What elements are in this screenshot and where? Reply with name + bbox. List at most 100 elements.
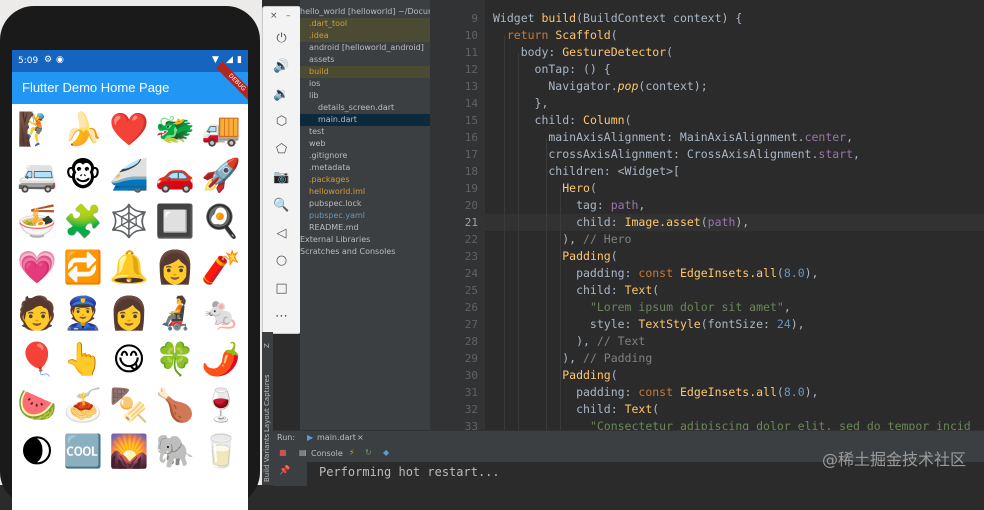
camera-icon[interactable]: 📷 (263, 166, 300, 190)
tree-item[interactable]: assets (300, 54, 430, 66)
close-emulator-button[interactable]: × (270, 11, 278, 21)
tree-item[interactable]: .gitignore (300, 150, 430, 162)
code-line-14: }, (493, 96, 549, 110)
emoji-tile[interactable]: 🆒 (60, 428, 106, 474)
code-editor[interactable]: Widget build(BuildContext context) { ret… (485, 0, 984, 430)
emoji-tile[interactable]: 🚄 (106, 152, 152, 198)
emoji-tile[interactable]: 🧗 (14, 106, 60, 152)
tree-item[interactable]: External Libraries (300, 234, 430, 246)
emoji-tile[interactable]: 🐁 (198, 290, 244, 336)
emoji-tile[interactable]: 🍢 (106, 382, 152, 428)
tree-item-label: Scratches and Consoles (300, 247, 396, 256)
emoji-tile[interactable]: 🐵 (60, 152, 106, 198)
emoji-tile[interactable]: 🚚 (198, 106, 244, 152)
emoji-tile[interactable]: 🌒 (14, 428, 60, 474)
emoji-tile[interactable]: 🕸️ (106, 198, 152, 244)
tree-item[interactable]: helloworld.iml (300, 186, 430, 198)
emoji-tile[interactable]: 🐘 (152, 428, 198, 474)
tree-item[interactable]: .idea (300, 30, 430, 42)
pin-icon[interactable]: 📌 (279, 466, 290, 476)
close-tab-icon[interactable]: × (357, 433, 364, 442)
emoji-tile[interactable]: 💗 (14, 244, 60, 290)
emoji-tile[interactable]: 👮 (60, 290, 106, 336)
hot-restart-icon[interactable]: ↻ (365, 448, 372, 457)
code-line-12: onTap: () { (493, 62, 611, 76)
emoji-tile[interactable]: 🚐 (14, 152, 60, 198)
tree-item[interactable]: README.md (300, 222, 430, 234)
stop-icon[interactable]: ■ (279, 448, 287, 457)
emoji-tile[interactable]: 🍉 (14, 382, 60, 428)
emoji-tile[interactable]: 🍗 (152, 382, 198, 428)
emoji-tile[interactable]: ❤️ (106, 106, 152, 152)
run-target-tab[interactable]: main.dart (317, 433, 356, 442)
volume-up-icon[interactable]: 🔊 (263, 55, 300, 79)
tree-item[interactable]: test (300, 126, 430, 138)
overview-icon[interactable]: □ (263, 277, 300, 301)
tree-item[interactable]: .metadata (300, 162, 430, 174)
emoji-tile[interactable]: 🥛 (198, 428, 244, 474)
power-icon[interactable]: ⏻ (263, 27, 300, 51)
zoom-icon[interactable]: 🔍 (263, 194, 300, 218)
emoji-tile[interactable]: 🍳 (198, 198, 244, 244)
emoji-tile[interactable]: 🎈 (14, 336, 60, 382)
hot-reload-icon[interactable]: ⚡ (349, 448, 355, 457)
minimize-emulator-button[interactable]: – (286, 11, 291, 21)
notification-icon: ◉ (56, 55, 64, 65)
build-variants-tab[interactable]: Build Variants (263, 434, 271, 482)
tree-item[interactable]: main.dart (300, 114, 430, 126)
wifi-icon: ▼ (212, 55, 219, 65)
tree-item[interactable]: web (300, 138, 430, 150)
volume-down-icon[interactable]: 🔉 (263, 83, 300, 107)
emoji-tile[interactable]: 🧩 (60, 198, 106, 244)
rotate-left-icon[interactable]: ⬡ (263, 110, 300, 134)
line-number: 17 (464, 148, 478, 161)
emoji-tile[interactable]: 🍝 (60, 382, 106, 428)
emoji-tile[interactable]: 👆 (60, 336, 106, 382)
phone-screen: 5:09 ⚙ ◉ ▼ ◢ ▮ Flutter Demo Home Page DE… (12, 50, 248, 510)
emoji-tile[interactable]: 🧨 (198, 244, 244, 290)
emoji-tile[interactable]: 😋 (106, 336, 152, 382)
tree-item-label: test (309, 127, 325, 136)
emoji-tile[interactable]: 🚀 (198, 152, 244, 198)
run-label: Run: (277, 433, 296, 442)
emoji-tile[interactable]: 🍌 (60, 106, 106, 152)
emoji-tile[interactable]: 🧑‍🦼 (152, 290, 198, 336)
back-icon[interactable]: ◁ (263, 222, 300, 246)
z-structure-tab[interactable]: Z (263, 343, 271, 348)
tree-item[interactable]: Scratches and Consoles (300, 246, 430, 258)
emoji-tile[interactable]: 🍜 (14, 198, 60, 244)
rotate-right-icon[interactable]: ⬠ (263, 138, 300, 162)
emoji-tile[interactable]: 🍷 (198, 382, 244, 428)
emoji-tile[interactable]: 🔔 (106, 244, 152, 290)
emoji-tile[interactable]: 🌶️ (198, 336, 244, 382)
emoji-tile[interactable]: 🐲 (152, 106, 198, 152)
layout-captures-tab[interactable]: Layout Captures (263, 374, 271, 432)
emoji-tile[interactable]: 🚗 (152, 152, 198, 198)
console-tab[interactable]: Console (311, 449, 343, 458)
tree-item[interactable]: hello_world [helloworld] ~/Docume (300, 6, 430, 18)
more-icon[interactable]: ⋯ (263, 305, 300, 329)
tree-item[interactable]: build (300, 66, 430, 78)
tree-item[interactable]: details_screen.dart (300, 102, 430, 114)
code-line-26: "Lorem ipsum dolor sit amet", (589, 300, 791, 314)
tree-item-label: ios (309, 79, 321, 88)
tree-item[interactable]: pubspec.lock (300, 198, 430, 210)
code-line-29: ), // Padding (493, 351, 653, 365)
devtools-icon[interactable]: ◆ (383, 448, 389, 457)
home-icon[interactable]: ○ (263, 249, 300, 273)
emoji-tile[interactable]: 🔁 (60, 244, 106, 290)
tree-item[interactable]: pubspec.yaml (300, 210, 430, 222)
line-number: 16 (464, 131, 478, 144)
emoji-tile[interactable]: 🧑 (14, 290, 60, 336)
emoji-tile[interactable]: 👩 (106, 290, 152, 336)
emoji-tile[interactable]: 🍀 (152, 336, 198, 382)
tree-item[interactable]: android [helloworld_android] (300, 42, 430, 54)
line-number: 25 (464, 284, 478, 297)
tree-item[interactable]: .dart_tool (300, 18, 430, 30)
emoji-tile[interactable]: 🔲 (152, 198, 198, 244)
emoji-tile[interactable]: 👩 (152, 244, 198, 290)
tree-item[interactable]: .packages (300, 174, 430, 186)
tree-item[interactable]: ios (300, 78, 430, 90)
emoji-tile[interactable]: 🌄 (106, 428, 152, 474)
tree-item[interactable]: lib (300, 90, 430, 102)
